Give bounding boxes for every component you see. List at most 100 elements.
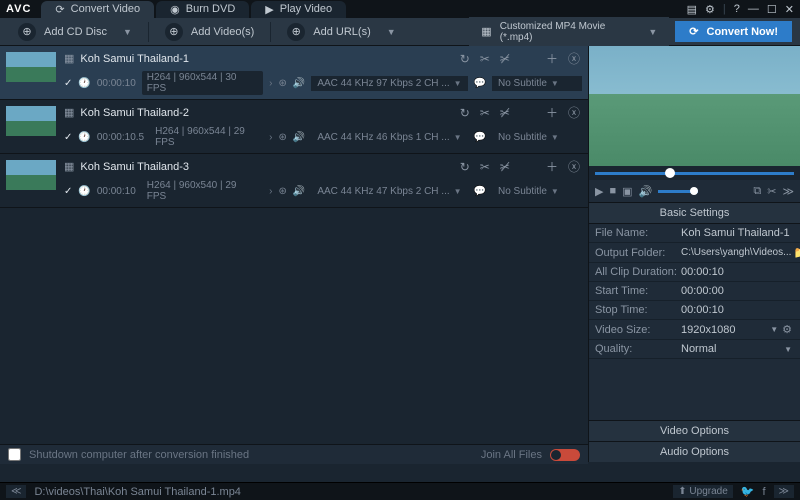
file-checkbox[interactable]: ✓: [64, 186, 72, 197]
add-icon[interactable]: ＋: [544, 50, 560, 67]
cut-icon[interactable]: ✂: [767, 185, 776, 198]
preview-scrubber[interactable]: [589, 166, 800, 180]
video-options-heading[interactable]: Video Options: [589, 420, 800, 441]
setting-video-size: Video Size: 1920x1080 ▼ ⚙: [589, 320, 800, 340]
file-duration: 00:00:10: [97, 78, 136, 89]
cut-icon[interactable]: ✂: [478, 52, 492, 66]
tab-play-video[interactable]: ▶ Play Video: [251, 1, 346, 18]
basic-settings-heading: Basic Settings: [589, 202, 800, 224]
file-checkbox[interactable]: ✓: [64, 132, 72, 143]
button-label: Convert Now!: [707, 26, 779, 38]
effects-icon[interactable]: ✂̸: [498, 106, 512, 120]
add-icon[interactable]: ＋: [544, 158, 560, 175]
audio-track-select[interactable]: AAC 44 KHz 47 Kbps 2 CH ... ▼: [311, 184, 467, 199]
next-button[interactable]: ≫: [774, 485, 794, 498]
browse-folder-icon[interactable]: 📁: [791, 246, 800, 259]
scrubber-track: [595, 172, 794, 175]
setting-value[interactable]: Normal: [681, 343, 782, 355]
play-icon: ▶: [265, 3, 273, 16]
profile-label: Customized MP4 Movie (*.mp4): [500, 21, 641, 43]
effects-icon[interactable]: ✂̸: [498, 52, 512, 66]
subtitle-select[interactable]: No Subtitle ▼: [492, 76, 582, 91]
setting-clip-duration: All Clip Duration: 00:00:10: [589, 263, 800, 282]
facebook-icon[interactable]: f: [762, 486, 765, 498]
join-files-toggle[interactable]: [550, 449, 580, 461]
setting-value[interactable]: 00:00:10: [681, 304, 794, 316]
subtitle-select[interactable]: No Subtitle ▼: [492, 130, 582, 145]
chevron-down-icon: ▼: [454, 79, 462, 88]
file-item[interactable]: ▦ Koh Samui Thailand-1 ↻ ✂ ✂̸ ＋ ⓧ ✓ 🕐 00…: [0, 46, 588, 100]
setting-value[interactable]: C:\Users\yangh\Videos...: [681, 247, 791, 258]
scrubber-thumb[interactable]: [665, 168, 675, 178]
stop-button[interactable]: ■: [609, 185, 616, 197]
file-item[interactable]: ▦ Koh Samui Thailand-2 ↻ ✂ ✂̸ ＋ ⓧ ✓ 🕐 00…: [0, 100, 588, 154]
convert-now-button[interactable]: ⟳ Convert Now!: [675, 21, 792, 42]
file-thumbnail[interactable]: [6, 52, 56, 82]
snapshot-button[interactable]: ▣: [622, 185, 632, 198]
setting-value[interactable]: 00:00:00: [681, 285, 794, 297]
refresh-icon[interactable]: ↻: [458, 106, 472, 120]
gear-icon[interactable]: ⚙: [780, 323, 794, 336]
file-thumbnail[interactable]: [6, 160, 56, 190]
film-icon: ▦: [481, 25, 491, 38]
subtitle-label: No Subtitle: [498, 78, 547, 89]
output-profile-select[interactable]: ▦ Customized MP4 Movie (*.mp4) ▼: [469, 17, 669, 47]
volume-thumb[interactable]: [690, 187, 698, 195]
app-logo: AVC: [6, 3, 31, 15]
subtitle-select[interactable]: No Subtitle ▼: [492, 184, 582, 199]
chevron-down-icon: ▼: [387, 27, 396, 37]
prev-button[interactable]: ≪: [6, 485, 26, 498]
help-icon[interactable]: ?: [734, 3, 740, 16]
divider: [148, 22, 149, 42]
file-name: Koh Samui Thailand-2: [80, 107, 451, 119]
setting-value[interactable]: Koh Samui Thailand-1: [681, 227, 794, 239]
file-checkbox[interactable]: ✓: [64, 78, 72, 89]
cut-icon[interactable]: ✂: [478, 106, 492, 120]
volume-icon[interactable]: 🔊: [639, 185, 653, 198]
popout-icon[interactable]: ⧉: [753, 185, 761, 198]
upgrade-button[interactable]: ⬆ Upgrade: [673, 485, 733, 498]
file-list: ▦ Koh Samui Thailand-1 ↻ ✂ ✂̸ ＋ ⓧ ✓ 🕐 00…: [0, 46, 588, 462]
video-preview[interactable]: [589, 46, 800, 166]
right-pane: ▶ ■ ▣ 🔊 ⧉ ✂ ≫ Basic Settings File Name: …: [588, 46, 800, 462]
file-info: ▦ Koh Samui Thailand-1 ↻ ✂ ✂̸ ＋ ⓧ ✓ 🕐 00…: [64, 50, 582, 95]
refresh-icon[interactable]: ↻: [458, 52, 472, 66]
film-icon: ▦: [64, 160, 74, 173]
clock-icon: 🕐: [78, 186, 90, 197]
add-urls-button[interactable]: ⊕ Add URL(s) ▼: [277, 19, 405, 45]
audio-icon: ⊛: [279, 78, 287, 89]
gear-icon[interactable]: ⚙: [705, 3, 715, 16]
minimize-icon[interactable]: —: [748, 3, 759, 16]
add-videos-button[interactable]: ⊕ Add Video(s): [155, 19, 264, 45]
play-button[interactable]: ▶: [595, 185, 603, 198]
file-thumbnail[interactable]: [6, 106, 56, 136]
effects-icon[interactable]: ✂̸: [498, 160, 512, 174]
remove-icon[interactable]: ⓧ: [566, 158, 582, 175]
audio-options-heading[interactable]: Audio Options: [589, 441, 800, 462]
tab-burn-dvd[interactable]: ◉ Burn DVD: [156, 1, 249, 18]
add-icon[interactable]: ＋: [544, 104, 560, 121]
close-icon[interactable]: ✕: [785, 3, 794, 16]
tab-convert-video[interactable]: ⟳ Convert Video: [41, 1, 154, 18]
remove-icon[interactable]: ⓧ: [566, 50, 582, 67]
divider: |: [723, 3, 726, 16]
more-icon[interactable]: ≫: [782, 185, 794, 198]
twitter-icon[interactable]: 🐦: [741, 485, 755, 498]
remove-icon[interactable]: ⓧ: [566, 104, 582, 121]
audio-track-select[interactable]: AAC 44 KHz 97 Kbps 2 CH ... ▼: [311, 76, 467, 91]
refresh-icon[interactable]: ↻: [458, 160, 472, 174]
setting-value[interactable]: 1920x1080: [681, 324, 768, 336]
volume-slider[interactable]: [658, 190, 698, 193]
subtitle-icon: 💬: [474, 78, 486, 89]
add-cd-disc-button[interactable]: ⊕ Add CD Disc ▼: [8, 19, 142, 45]
maximize-icon[interactable]: ☐: [767, 3, 777, 16]
audio-track-select[interactable]: AAC 44 KHz 46 Kbps 1 CH ... ▼: [311, 130, 467, 145]
chevron-down-icon[interactable]: ▼: [768, 325, 780, 334]
chevron-down-icon[interactable]: ▼: [782, 345, 794, 354]
file-item[interactable]: ▦ Koh Samui Thailand-3 ↻ ✂ ✂̸ ＋ ⓧ ✓ 🕐 00…: [0, 154, 588, 208]
chevron-right-icon: ›: [269, 78, 272, 89]
menu-icon[interactable]: ▤: [687, 3, 697, 16]
cut-icon[interactable]: ✂: [478, 160, 492, 174]
setting-quality: Quality: Normal ▼: [589, 340, 800, 359]
shutdown-checkbox[interactable]: [8, 448, 21, 461]
